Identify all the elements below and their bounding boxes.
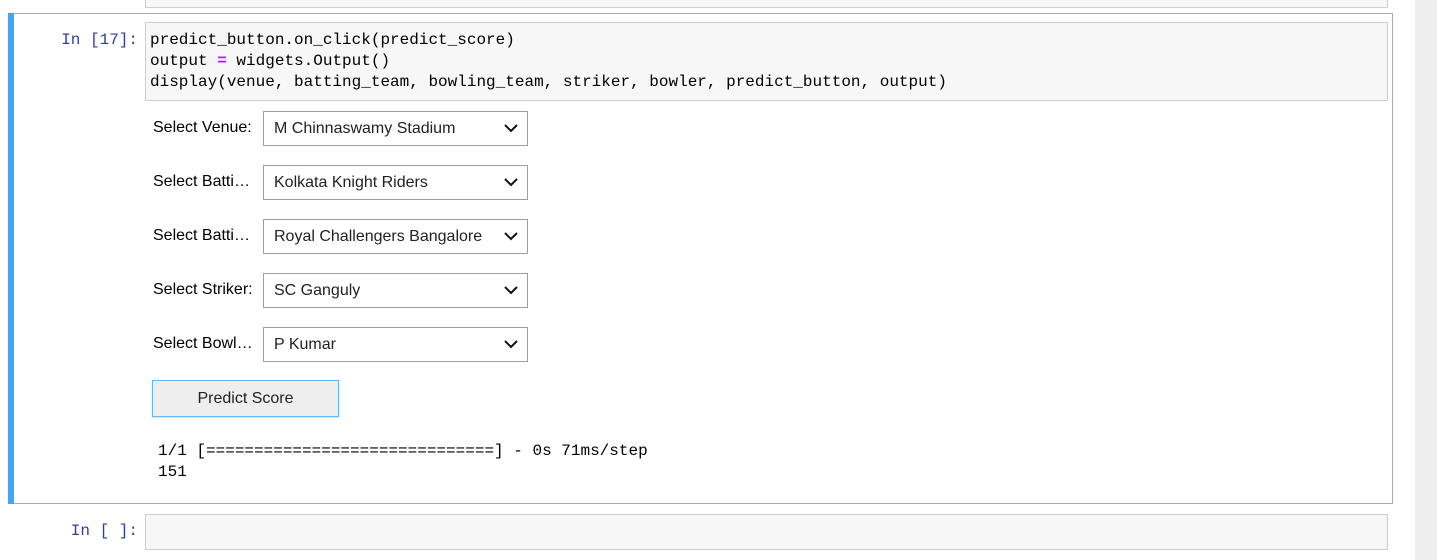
code-text: predict_button.on_click(predict_score) o… bbox=[150, 30, 947, 93]
scroll-gutter[interactable] bbox=[1415, 0, 1437, 560]
batting-team-selected-value: Kolkata Knight Riders bbox=[274, 174, 428, 191]
empty-cell-prompt: In [ ]: bbox=[70, 522, 138, 540]
code-line-3: display(venue, batting_team, bowling_tea… bbox=[150, 73, 947, 91]
chevron-down-icon bbox=[504, 340, 518, 349]
code-line-1: predict_button.on_click(predict_score) bbox=[150, 31, 515, 49]
batting-team-dropdown[interactable]: Kolkata Knight Riders bbox=[263, 165, 528, 200]
cell-output: 1/1 [==============================] - 0… bbox=[158, 441, 648, 483]
code-input-area[interactable]: predict_button.on_click(predict_score) o… bbox=[145, 22, 1388, 101]
striker-dropdown[interactable]: SC Ganguly bbox=[263, 273, 528, 308]
predict-score-button[interactable]: Predict Score bbox=[152, 380, 339, 417]
input-prompt: In [17]: bbox=[61, 31, 138, 49]
venue-label: Select Venue: bbox=[153, 119, 252, 136]
bowling-team-label: Select Batting Team: bbox=[153, 227, 253, 244]
bowling-team-selected-value: Royal Challengers Bangalore bbox=[274, 228, 483, 245]
cell-selection-bar bbox=[8, 13, 14, 504]
code-line-2-start: output bbox=[150, 52, 218, 70]
code-line-2-end: widgets.Output() bbox=[226, 52, 391, 70]
striker-label: Select Striker: bbox=[153, 281, 253, 298]
batting-team-label: Select Batting Team: bbox=[153, 173, 253, 190]
chevron-down-icon bbox=[504, 232, 518, 241]
code-assign-operator: = bbox=[217, 52, 227, 70]
output-predicted-score: 151 bbox=[158, 463, 187, 481]
venue-dropdown[interactable]: M Chinnaswamy Stadium bbox=[263, 111, 528, 146]
bowler-label: Select Bowler: bbox=[153, 335, 253, 352]
bowler-dropdown[interactable]: P Kumar bbox=[263, 327, 528, 362]
striker-selected-value: SC Ganguly bbox=[274, 282, 361, 299]
venue-selected-value: M Chinnaswamy Stadium bbox=[274, 120, 456, 137]
chevron-down-icon bbox=[504, 286, 518, 295]
empty-code-input[interactable] bbox=[145, 514, 1388, 550]
output-progress-line: 1/1 [==============================] - 0… bbox=[158, 442, 648, 460]
chevron-down-icon bbox=[504, 124, 518, 133]
bowling-team-dropdown[interactable]: Royal Challengers Bangalore bbox=[263, 219, 528, 254]
previous-cell-input[interactable] bbox=[145, 0, 1388, 8]
bowler-selected-value: P Kumar bbox=[274, 336, 336, 353]
chevron-down-icon bbox=[504, 178, 518, 187]
